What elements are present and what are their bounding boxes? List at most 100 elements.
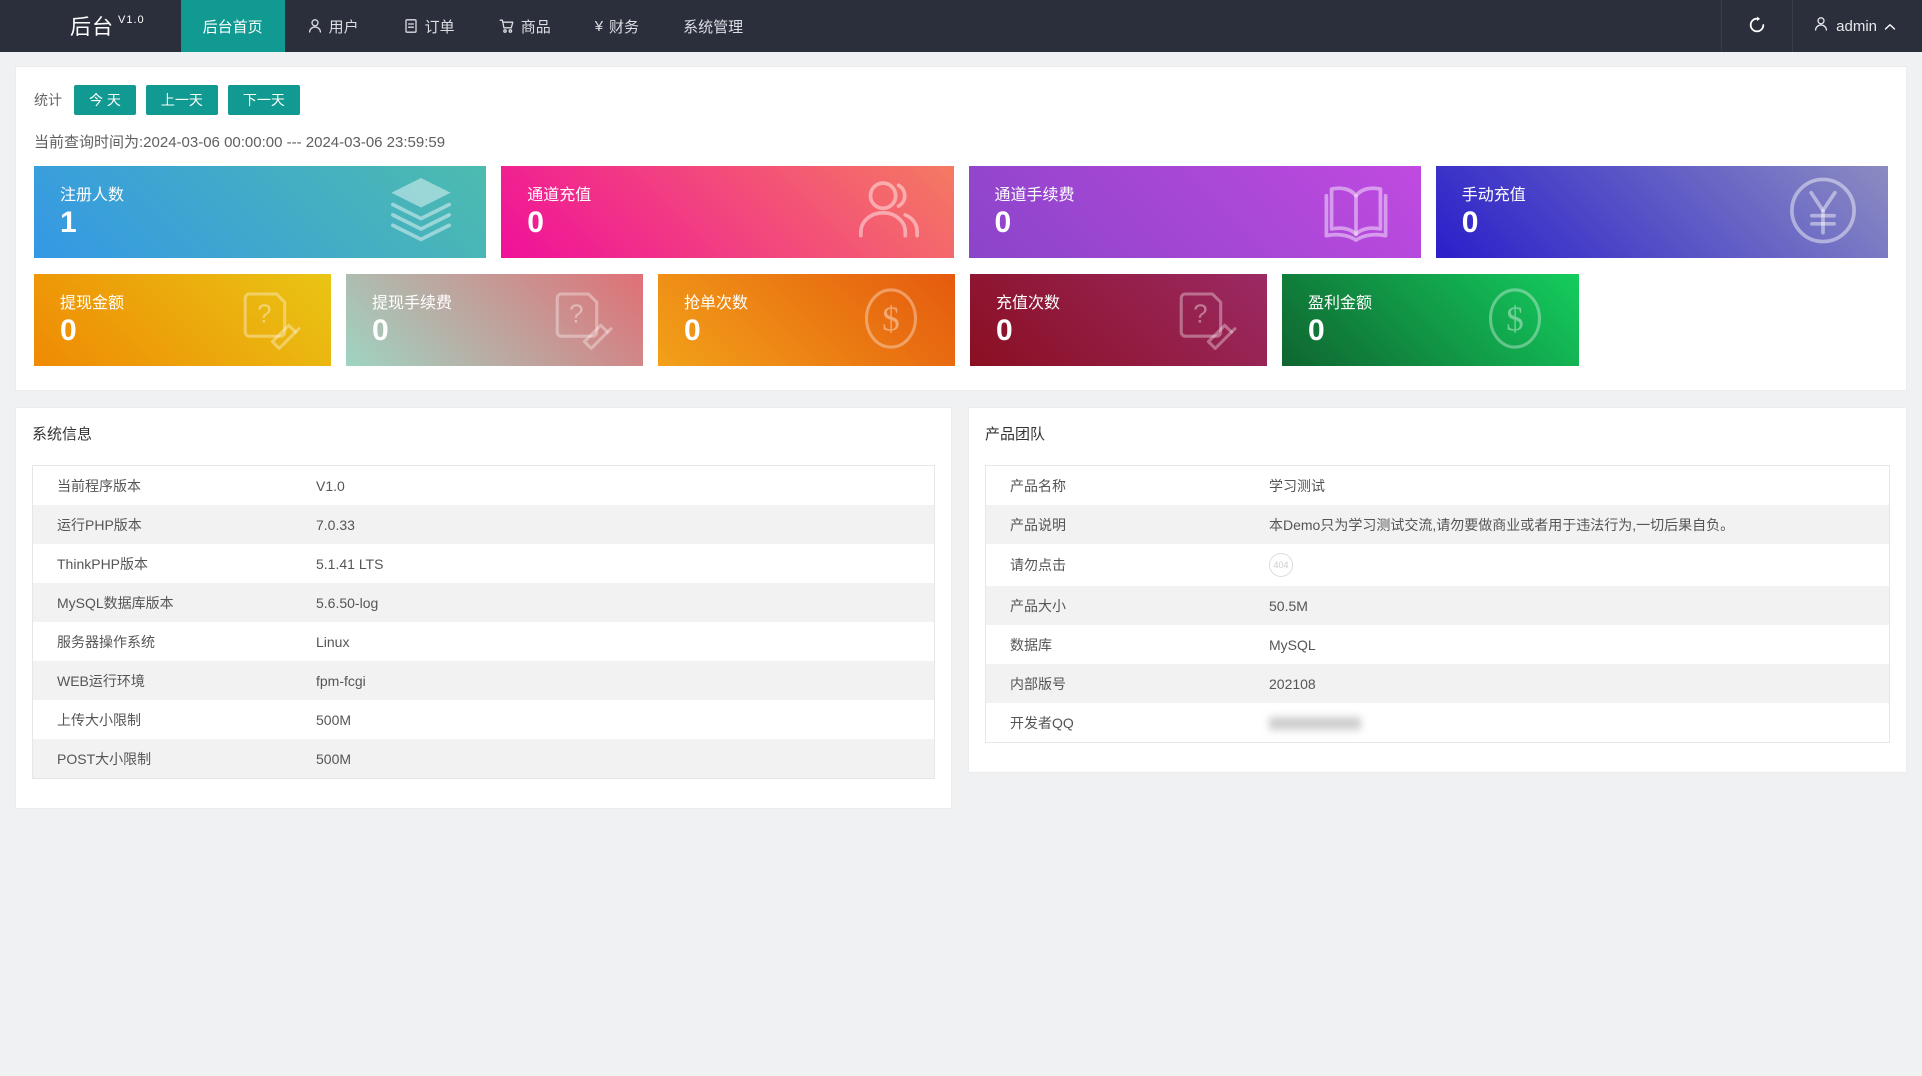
navbar-right: admin (1721, 0, 1922, 52)
svg-text:$: $ (882, 299, 900, 339)
brand-title: 后台 (70, 16, 114, 39)
row-label: 上传大小限制 (57, 711, 141, 728)
brand-version: V1.0 (118, 14, 145, 26)
row-label: 请勿点击 (1010, 557, 1066, 573)
row-label: ThinkPHP版本 (57, 555, 149, 572)
stat-cards-row-1: 注册人数 1 通道充值 0 通道手续费 0 手动充值 0 (34, 166, 1888, 258)
row-value (1269, 706, 1889, 740)
table-row: 数据库 MySQL (986, 625, 1889, 664)
row-value: fpm-fcgi (316, 672, 366, 689)
do-not-click-404-badge[interactable]: 404 (1269, 553, 1293, 577)
book-icon (1319, 174, 1393, 251)
yen-circle-icon (1786, 174, 1860, 251)
top-navbar: 后台 V1.0 后台首页 用户 订单 商品 ¥ 财务 系统管理 admin (0, 0, 1922, 52)
prev-day-button[interactable]: 上一天 (145, 85, 218, 115)
row-value: 500M (316, 750, 352, 767)
cart-icon (499, 18, 515, 34)
dollar-circle-icon: $ (1481, 285, 1549, 356)
row-value: 7.0.33 (316, 516, 355, 533)
stats-label: 统计 (34, 92, 62, 108)
row-value: 50.5M (1269, 597, 1308, 614)
table-row: 请勿点击 404 (986, 544, 1889, 586)
main-menu: 后台首页 用户 订单 商品 ¥ 财务 系统管理 (180, 0, 765, 52)
refresh-button[interactable] (1721, 0, 1794, 52)
stats-panel: 统计 今 天 上一天 下一天 当前查询时间为:2024-03-06 00:00:… (15, 66, 1907, 391)
person-icon (1813, 16, 1829, 36)
stat-card-registered-users: 注册人数 1 (34, 166, 487, 258)
row-value: 202108 (1269, 675, 1316, 692)
stat-card-withdraw-amount: 提现金额 0 ? (34, 274, 331, 366)
row-label: 服务器操作系统 (57, 633, 155, 650)
chevron-up-icon (1884, 18, 1896, 35)
user-icon (307, 18, 323, 34)
nav-item-system[interactable]: 系统管理 (661, 0, 765, 52)
nav-item-label: 商品 (520, 18, 551, 36)
row-label: 产品说明 (1010, 516, 1066, 533)
table-row: ThinkPHP版本 5.1.41 LTS (33, 544, 934, 583)
help-doc-icon: ? (233, 285, 301, 356)
nav-item-label: 订单 (424, 18, 455, 36)
panel-title: 产品团队 (985, 426, 1046, 443)
svg-text:?: ? (1193, 301, 1207, 329)
nav-item-orders[interactable]: 订单 (381, 0, 477, 52)
brand: 后台 V1.0 (70, 0, 145, 52)
product-team-table: 产品名称 学习测试 产品说明 本Demo只为学习测试交流,请勿要做商业或者用于违… (985, 465, 1890, 743)
row-label: 数据库 (1010, 636, 1052, 653)
svg-text:$: $ (1506, 299, 1524, 339)
row-label: 当前程序版本 (57, 477, 141, 494)
row-label: 产品大小 (1010, 597, 1066, 614)
row-value: 5.6.50-log (316, 594, 379, 611)
navbar-spacer (765, 0, 1721, 52)
bottom-panels: 系统信息 当前程序版本 V1.0 运行PHP版本 7.0.33 ThinkPHP… (15, 407, 1907, 809)
panel-title: 系统信息 (32, 426, 93, 443)
table-row: 当前程序版本 V1.0 (33, 466, 934, 505)
table-row: POST大小限制 500M (33, 739, 934, 778)
row-label: WEB运行环境 (57, 672, 145, 689)
row-label: 开发者QQ (1010, 714, 1074, 731)
nav-item-label: 系统管理 (683, 18, 744, 36)
row-label: 产品名称 (1010, 477, 1066, 494)
dollar-circle-icon: $ (857, 285, 925, 356)
row-value: 5.1.41 LTS (316, 555, 384, 572)
help-doc-icon: ? (1169, 285, 1237, 356)
table-row: 开发者QQ (986, 703, 1889, 742)
nav-item-goods[interactable]: 商品 (477, 0, 573, 52)
row-label: 内部版号 (1010, 675, 1066, 692)
table-row: MySQL数据库版本 5.6.50-log (33, 583, 934, 622)
row-value: V1.0 (316, 477, 345, 494)
query-time-text: 当前查询时间为:2024-03-06 00:00:00 --- 2024-03-… (34, 134, 446, 151)
row-value: MySQL (1269, 636, 1316, 653)
row-value: 学习测试 (1269, 477, 1325, 494)
row-value: Linux (316, 633, 350, 650)
users-icon (852, 174, 926, 251)
row-label: MySQL数据库版本 (57, 594, 174, 611)
layers-icon (384, 174, 458, 251)
nav-item-finance[interactable]: ¥ 财务 (573, 0, 661, 52)
row-value: 500M (316, 711, 352, 728)
stat-card-channel-fee: 通道手续费 0 (968, 166, 1421, 258)
product-team-panel: 产品团队 产品名称 学习测试 产品说明 本Demo只为学习测试交流,请勿要做商业… (968, 407, 1907, 773)
stat-card-manual-recharge: 手动充值 0 (1435, 166, 1888, 258)
row-label: 运行PHP版本 (57, 516, 142, 533)
row-label: POST大小限制 (57, 750, 152, 767)
system-info-table: 当前程序版本 V1.0 运行PHP版本 7.0.33 ThinkPHP版本 5.… (32, 465, 935, 779)
svg-text:?: ? (569, 301, 583, 329)
table-row: WEB运行环境 fpm-fcgi (33, 661, 934, 700)
nav-item-users[interactable]: 用户 (285, 0, 381, 52)
next-day-button[interactable]: 下一天 (227, 85, 300, 115)
table-row: 服务器操作系统 Linux (33, 622, 934, 661)
stat-card-profit-amount: 盈利金额 0 $ (1282, 274, 1579, 366)
yen-icon: ¥ (594, 17, 604, 35)
stat-card-grab-order-count: 抢单次数 0 $ (658, 274, 955, 366)
table-row: 产品名称 学习测试 (986, 466, 1889, 505)
today-button[interactable]: 今 天 (74, 85, 136, 115)
nav-item-label: 财务 (609, 18, 640, 36)
stat-card-channel-recharge: 通道充值 0 (501, 166, 954, 258)
nav-item-home[interactable]: 后台首页 (180, 0, 285, 52)
help-doc-icon: ? (545, 285, 613, 356)
table-row: 产品说明 本Demo只为学习测试交流,请勿要做商业或者用于违法行为,一切后果自负… (986, 505, 1889, 544)
table-row: 运行PHP版本 7.0.33 (33, 505, 934, 544)
stat-cards-row-2: 提现金额 0 ? 提现手续费 0 ? 抢单次数 0 $ 充值次数 0 ? 盈利金… (34, 274, 1888, 366)
user-menu[interactable]: admin (1793, 0, 1922, 52)
row-value: 404 (1269, 544, 1889, 586)
